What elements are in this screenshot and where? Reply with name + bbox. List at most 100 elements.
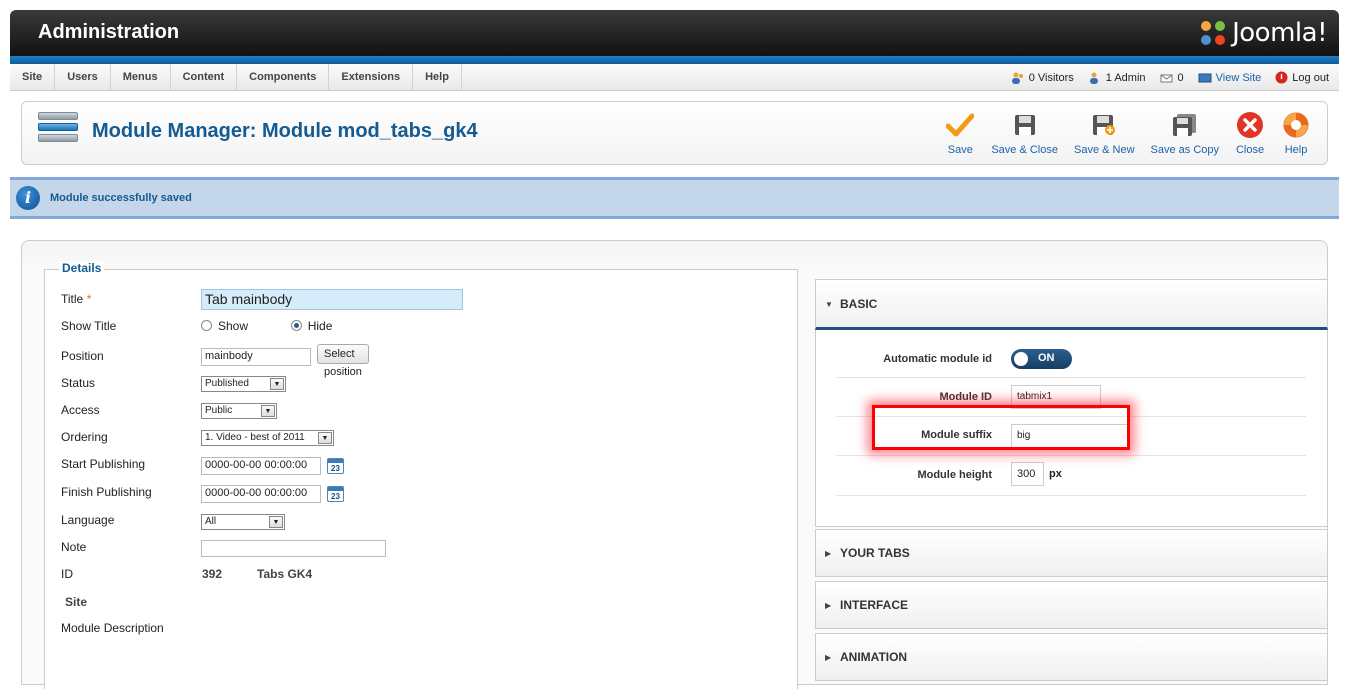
module-height-label: Module height <box>917 469 992 481</box>
floppy-disk-plus-icon <box>1093 115 1116 135</box>
menu-item-content[interactable]: Content <box>171 64 238 91</box>
save-close-label: Save & Close <box>991 144 1058 156</box>
page: Administration Joomla! Site Users Menus … <box>10 10 1339 689</box>
caret-right-icon: ▶ <box>825 601 832 610</box>
chevron-down-icon: ▼ <box>318 432 332 444</box>
note-label: Note <box>61 540 87 554</box>
save-button[interactable]: Save <box>937 110 983 158</box>
access-label: Access <box>61 403 100 417</box>
save-close-button[interactable]: Save & Close <box>983 110 1066 158</box>
info-icon: i <box>16 186 40 210</box>
close-label: Close <box>1235 144 1265 156</box>
start-publishing-input[interactable]: 0000-00-00 00:00:00 <box>201 457 321 475</box>
power-icon <box>1275 71 1288 84</box>
module-suffix-row: Module suffix big <box>836 417 1306 456</box>
auto-module-id-label: Automatic module id <box>883 353 992 365</box>
menu-item-help[interactable]: Help <box>413 64 462 91</box>
details-legend: Details <box>59 261 105 275</box>
status-bar: 0 Visitors 1 Admin 0 View Site Log out <box>1011 64 1329 91</box>
language-row: Language All ▼ <box>61 513 285 530</box>
top-header: Administration Joomla! <box>10 10 1339 56</box>
site-label: Site <box>65 595 88 609</box>
ordering-select[interactable]: 1. Video - best of 2011 ▼ <box>201 430 334 446</box>
calendar-icon[interactable]: 23 <box>327 486 344 502</box>
basic-panel-body: Automatic module id ON Module ID tabmix1… <box>815 330 1328 527</box>
admins-count: 1 Admin <box>1105 71 1146 84</box>
finish-publishing-input[interactable]: 0000-00-00 00:00:00 <box>201 485 321 503</box>
module-suffix-label: Module suffix <box>921 429 992 441</box>
save-label: Save <box>947 144 973 156</box>
close-button[interactable]: Close <box>1227 110 1273 158</box>
visitors-status: 0 Visitors <box>1011 72 1074 84</box>
user-icon <box>1089 72 1098 84</box>
save-copy-label: Save as Copy <box>1150 144 1219 156</box>
message-icon <box>1160 74 1173 82</box>
module-manager-icon <box>38 112 78 152</box>
help-label: Help <box>1284 144 1308 156</box>
position-label: Position <box>61 349 104 363</box>
toolbar-actions: Save Save & Close Save & New Save as Cop… <box>937 110 1319 158</box>
caret-down-icon: ▼ <box>825 300 833 309</box>
admins-status: 1 Admin <box>1088 72 1146 84</box>
view-site-label: View Site <box>1215 71 1262 84</box>
module-id-input[interactable]: tabmix1 <box>1011 385 1101 409</box>
menu-item-users[interactable]: Users <box>55 64 111 91</box>
toggle-knob <box>1014 352 1028 366</box>
language-select[interactable]: All ▼ <box>201 514 285 530</box>
joomla-logo[interactable]: Joomla! <box>1198 17 1327 49</box>
animation-panel-header[interactable]: ▶ ANIMATION <box>815 633 1328 681</box>
required-mark: * <box>86 292 92 306</box>
note-input[interactable] <box>201 540 386 557</box>
checkmark-icon <box>946 113 975 137</box>
status-select[interactable]: Published ▼ <box>201 376 286 392</box>
logout-link[interactable]: Log out <box>1275 71 1329 84</box>
basic-panel-header[interactable]: ▼ BASIC <box>815 279 1328 330</box>
your-tabs-panel-header[interactable]: ▶ YOUR TABS <box>815 529 1328 577</box>
caret-right-icon: ▶ <box>825 549 832 558</box>
toggle-state: ON <box>1038 352 1055 364</box>
messages-count: 0 <box>1177 71 1184 84</box>
ordering-label: Ordering <box>61 430 108 444</box>
monitor-icon <box>1198 73 1212 82</box>
position-input[interactable]: mainbody <box>201 348 311 366</box>
chevron-down-icon: ▼ <box>261 405 275 417</box>
menu-item-menus[interactable]: Menus <box>111 64 171 91</box>
lifebuoy-icon <box>1283 112 1309 138</box>
header-accent-bar <box>10 56 1339 64</box>
auto-module-id-toggle[interactable]: ON <box>1011 349 1072 369</box>
hide-option-label: Hide <box>307 319 333 333</box>
interface-panel-header[interactable]: ▶ INTERFACE <box>815 581 1328 629</box>
joomla-logo-text: Joomla! <box>1232 18 1327 48</box>
toolbar: Module Manager: Module mod_tabs_gk4 Save… <box>21 101 1328 165</box>
save-copy-button[interactable]: Save as Copy <box>1143 110 1227 158</box>
help-button[interactable]: Help <box>1273 110 1319 158</box>
interface-panel-title: INTERFACE <box>840 598 909 612</box>
module-type: Tabs GK4 <box>257 567 313 581</box>
close-icon <box>1237 112 1263 138</box>
admin-title: Administration <box>38 21 180 43</box>
menu-item-extensions[interactable]: Extensions <box>329 64 414 91</box>
show-title-label: Show Title <box>61 319 117 333</box>
view-site-link[interactable]: View Site <box>1198 71 1262 84</box>
select-position-button[interactable]: Select position <box>317 344 369 378</box>
hide-radio[interactable] <box>290 320 302 331</box>
message-text: Module successfully saved <box>50 192 192 204</box>
status-row: Status Published ▼ <box>61 376 286 392</box>
messages-status[interactable]: 0 <box>1160 72 1184 84</box>
floppy-disk-icon <box>1014 115 1035 135</box>
access-select[interactable]: Public ▼ <box>201 403 277 419</box>
calendar-icon[interactable]: 23 <box>327 458 344 474</box>
page-title: Module Manager: Module mod_tabs_gk4 <box>92 120 478 142</box>
title-input[interactable]: Tab mainbody <box>201 289 463 310</box>
module-id-row: Module ID tabmix1 <box>836 378 1306 417</box>
status-label: Status <box>61 376 96 390</box>
menu-item-components[interactable]: Components <box>237 64 330 91</box>
show-radio[interactable] <box>201 320 212 331</box>
save-new-button[interactable]: Save & New <box>1066 110 1143 158</box>
menu-item-site[interactable]: Site <box>10 64 56 91</box>
basic-panel-title: BASIC <box>840 297 878 311</box>
joomla-logo-icon <box>1201 21 1226 45</box>
module-suffix-input[interactable]: big <box>1011 424 1129 448</box>
module-height-input[interactable]: 300 <box>1011 462 1044 486</box>
floppy-disk-copy-icon <box>1172 114 1196 136</box>
